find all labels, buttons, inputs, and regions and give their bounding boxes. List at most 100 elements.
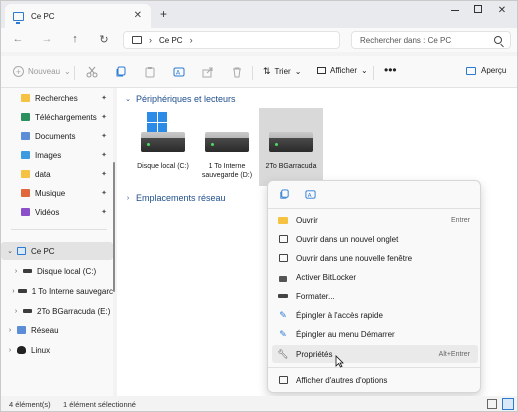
pin-icon[interactable]: ✦: [101, 113, 107, 121]
cut-button[interactable]: [85, 65, 99, 79]
sidebar-item-label: data: [35, 169, 51, 179]
search-input[interactable]: Rechercher dans : Ce PC: [351, 31, 511, 49]
drive-d-tile[interactable]: 1 To Interne sauvegarde (D:): [195, 108, 259, 186]
chevron-right-icon[interactable]: ›: [5, 347, 15, 354]
music-icon: [21, 189, 30, 197]
forward-button[interactable]: →: [40, 33, 54, 45]
sidebar-item-recherches[interactable]: Recherches ✦: [1, 89, 113, 107]
more-options-button[interactable]: •••: [384, 63, 397, 77]
breadcrumb-chevron-icon[interactable]: ›: [149, 35, 152, 45]
rename-button[interactable]: A: [302, 186, 318, 202]
breadcrumb-ce-pc[interactable]: Ce PC: [159, 36, 183, 45]
menu-item-formater[interactable]: Formater...: [272, 287, 478, 305]
sidebar-item-images[interactable]: Images ✦: [1, 146, 113, 164]
menu-item-proprietes[interactable]: 🔧︎ Propriétés Alt+Entrer: [272, 345, 478, 363]
navigation-pane: Recherches ✦ Téléchargements ✦ Documents…: [1, 88, 113, 396]
sidebar-item-data[interactable]: data ✦: [1, 165, 113, 183]
close-window-button[interactable]: ✕: [492, 5, 512, 16]
pin-icon[interactable]: ✦: [101, 208, 107, 216]
minimize-button[interactable]: [445, 5, 465, 16]
group-network-header[interactable]: › Emplacements réseau: [123, 193, 226, 203]
sidebar-item-drive-e[interactable]: › 2To BGarracuda (E:): [1, 302, 113, 320]
drive-e-tile[interactable]: 2To BGarracuda: [259, 108, 323, 186]
pin-start-icon: ✎: [279, 328, 287, 339]
menu-item-shortcut: Alt+Entrer: [438, 350, 470, 358]
sidebar-item-telechargements[interactable]: Téléchargements ✦: [1, 108, 113, 126]
copy-button[interactable]: [114, 65, 128, 79]
sidebar-item-drive-c[interactable]: › Disque local (C:): [1, 262, 113, 280]
group-devices-header[interactable]: ⌄ Périphériques et lecteurs: [123, 94, 236, 104]
sidebar-scrollbar[interactable]: [113, 162, 115, 292]
tiles-view-icon[interactable]: [502, 398, 514, 410]
copy-icon: [279, 188, 289, 199]
sidebar-item-linux[interactable]: › Linux: [1, 341, 113, 359]
details-view-icon[interactable]: [487, 399, 497, 409]
pin-icon[interactable]: ✦: [101, 170, 107, 178]
new-tab-icon: [278, 234, 288, 244]
item-count: 4 élément(s): [9, 400, 51, 409]
menu-item-ouvrir[interactable]: Ouvrir Entrer: [272, 211, 478, 229]
rename-button[interactable]: A: [172, 65, 186, 79]
menu-item-pin-start[interactable]: ✎ Épingler au menu Démarrer: [272, 325, 478, 343]
refresh-button[interactable]: ↻: [97, 33, 111, 46]
copy-icon: [116, 66, 126, 77]
breadcrumb-chevron-icon[interactable]: ›: [190, 35, 193, 45]
chevron-down-icon[interactable]: ⌄: [5, 247, 15, 255]
trash-icon: [233, 67, 241, 78]
sidebar-item-label: Réseau: [31, 325, 59, 335]
folder-icon: [21, 94, 30, 102]
menu-item-open-new-tab[interactable]: Ouvrir dans un nouvel onglet: [272, 230, 478, 248]
new-window-icon: [278, 253, 288, 263]
minimize-icon: [451, 9, 459, 11]
menu-item-pin-quick-access[interactable]: ✎ Épingler à l'accès rapide: [272, 306, 478, 324]
menu-item-bitlocker[interactable]: Activer BitLocker: [272, 268, 478, 286]
chevron-right-icon[interactable]: ›: [11, 268, 21, 275]
sidebar-item-label: Musique: [35, 188, 66, 198]
share-button[interactable]: [201, 65, 215, 79]
chevron-down-icon: ⌄: [294, 67, 302, 76]
tab-ce-pc[interactable]: Ce PC ✕: [5, 4, 151, 28]
up-button[interactable]: ↑: [68, 33, 82, 45]
sort-button[interactable]: ⇅ Trier ⌄: [263, 66, 301, 77]
delete-button[interactable]: [230, 65, 244, 79]
menu-item-more-options[interactable]: Afficher d'autres d'options: [272, 371, 478, 389]
menu-item-open-new-window[interactable]: Ouvrir dans une nouvelle fenêtre: [272, 249, 478, 267]
sidebar-item-reseau[interactable]: › Réseau: [1, 321, 113, 339]
chevron-right-icon[interactable]: ›: [11, 288, 16, 295]
computer-icon: [13, 11, 24, 24]
menu-item-label: Ouvrir: [296, 215, 318, 225]
pin-icon[interactable]: ✦: [101, 151, 107, 159]
drive-c-tile[interactable]: Disque local (C:): [131, 108, 195, 186]
maximize-button[interactable]: [468, 5, 488, 16]
new-tab-button[interactable]: +: [160, 7, 167, 21]
address-bar[interactable]: › Ce PC ›: [123, 31, 340, 49]
sidebar-item-musique[interactable]: Musique ✦: [1, 184, 113, 202]
sidebar-item-label: Images: [35, 150, 62, 160]
menu-item-label: Afficher d'autres d'options: [296, 375, 388, 385]
view-button[interactable]: Afficher ⌄: [317, 66, 368, 75]
chevron-down-icon: ⌄: [125, 96, 131, 103]
title-bar: Ce PC ✕ + ✕: [1, 1, 517, 28]
pin-icon[interactable]: ✦: [101, 189, 107, 197]
back-button[interactable]: ←: [11, 33, 25, 45]
preview-label: Aperçu: [481, 66, 507, 75]
preview-button[interactable]: Aperçu: [466, 66, 506, 75]
sidebar-item-label: Vidéos: [35, 207, 60, 217]
close-tab-icon[interactable]: ✕: [134, 10, 142, 21]
command-bar: + Nouveau ⌄ A ⇅ Trier ⌄ Afficher ⌄ ••• A…: [1, 56, 517, 88]
paste-button[interactable]: [143, 65, 157, 79]
sidebar-item-drive-d[interactable]: › 1 To Interne sauvegarc: [1, 282, 113, 300]
sidebar-item-ce-pc[interactable]: ⌄ Ce PC: [1, 242, 113, 260]
pin-icon[interactable]: ✦: [101, 94, 107, 102]
maximize-icon: [474, 5, 482, 13]
copy-button[interactable]: [276, 186, 292, 202]
sidebar-item-videos[interactable]: Vidéos ✦: [1, 203, 113, 221]
selection-count: 1 élément sélectionné: [63, 400, 136, 409]
chevron-right-icon[interactable]: ›: [5, 327, 15, 334]
svg-text:A: A: [307, 192, 311, 198]
navigation-bar: ← → ↑ ↻ › Ce PC › Rechercher dans : Ce P…: [1, 28, 517, 52]
sidebar-item-documents[interactable]: Documents ✦: [1, 127, 113, 145]
new-button[interactable]: + Nouveau ⌄: [13, 66, 71, 77]
pin-icon[interactable]: ✦: [101, 132, 107, 140]
chevron-right-icon[interactable]: ›: [11, 308, 21, 315]
